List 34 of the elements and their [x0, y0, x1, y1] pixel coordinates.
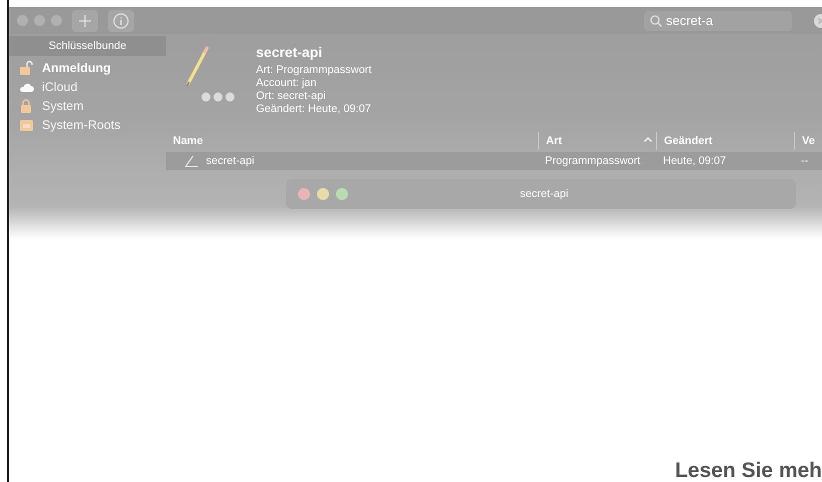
window-control[interactable] — [336, 188, 348, 200]
item-attribute: Ort: secret-api — [256, 90, 327, 102]
table-cell: secret-api — [206, 155, 254, 167]
table-cell-text: Heute, 09:07 — [662, 155, 727, 167]
table-cell-text: Programmpasswort — [544, 155, 642, 167]
sidebar-title: Schlüsselbunde — [48, 40, 126, 52]
window-title: secret-api — [520, 188, 568, 200]
sidebar-item[interactable]: iCloud — [9, 77, 166, 96]
sidebar-item[interactable]: Anmeldung — [9, 58, 166, 77]
sidebar-item[interactable]: System — [9, 96, 166, 115]
item-attribute: Account: jan — [256, 77, 318, 89]
item-title: secret-api — [256, 44, 324, 60]
item-attribute: Geändert: Heute, 09:07 — [256, 103, 372, 115]
window-control[interactable] — [298, 188, 310, 200]
item-attribute: Art: Programmpasswort — [256, 64, 372, 76]
table-row[interactable]: secret-api Programmpasswort Heute, 09:07 -- — [166, 152, 822, 170]
open-lock-icon — [19, 60, 34, 76]
window-control[interactable] — [317, 188, 329, 200]
search-icon — [650, 14, 662, 26]
search-field[interactable]: secret-a — [644, 10, 792, 30]
sort-caret-icon — [644, 137, 652, 142]
column-header[interactable]: Name — [166, 132, 538, 150]
table-cell-text: -- — [800, 155, 810, 167]
plus-icon — [79, 14, 91, 26]
sidebar-item[interactable]: System-Roots — [9, 115, 166, 134]
column-header[interactable]: Ve — [794, 132, 822, 150]
lock-icon — [19, 98, 34, 114]
column-header[interactable]: Geändert — [656, 132, 794, 150]
read-more-heading: Lesen Sie meh — [674, 460, 822, 482]
info-icon — [113, 12, 129, 28]
password-item-icon — [184, 155, 200, 167]
add-button[interactable] — [72, 10, 98, 32]
info-button[interactable] — [108, 10, 134, 32]
column-header[interactable]: Art — [538, 132, 656, 150]
